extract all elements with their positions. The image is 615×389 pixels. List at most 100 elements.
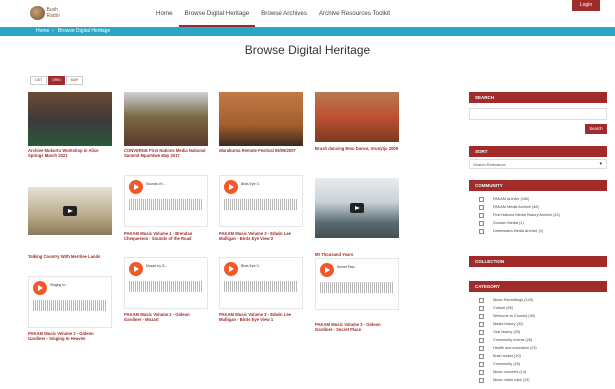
facet-item[interactable]: Welcome to Country (39) [469,312,607,320]
audio-play-icon[interactable] [33,281,47,295]
audio-title: Birds Eye V... [241,182,262,186]
audio-waveform[interactable] [320,282,394,293]
checkbox[interactable] [479,221,484,226]
card-item[interactable]: Mozart by G... PAKAM Music Volume 2 - Gi… [124,257,208,332]
facet-item[interactable]: Bush tucker (20) [469,352,607,360]
audio-player[interactable]: Sounds of I... [124,175,208,227]
facet-item[interactable]: Health and education (23) [469,344,607,352]
checkbox[interactable] [479,205,484,210]
card-thumbnail[interactable] [315,92,399,142]
audio-waveform[interactable] [224,281,298,292]
view-toggle: LIST GRID MAP [30,76,84,85]
checkbox[interactable] [479,213,484,218]
card-item[interactable]: Birds Eye V... PAKAM Music Volume 3 - Ed… [219,257,303,332]
facet-item[interactable]: Music concerts (14) [469,368,607,376]
card-item[interactable]: Brush dancing Emu Dance, Irrunytju 2009 [315,92,399,156]
checkbox[interactable] [479,346,484,351]
breadcrumb-current: Browse Digital Heritage [58,28,111,34]
card-caption[interactable]: PAKAM Music Volume 2 - Gideon Gardiner -… [124,312,208,322]
checkbox[interactable] [479,306,484,311]
search-button[interactable]: Search [585,124,607,134]
search-input[interactable] [469,108,607,120]
card-caption[interactable]: Brush dancing Emu Dance, Irrunytju 2009 [315,146,399,151]
audio-waveform[interactable] [129,199,203,210]
checkbox[interactable] [479,330,484,335]
card-item[interactable]: Sounds of I... PAKAM Music Volume 1 - Br… [124,175,208,265]
top-nav-bar: Bush Radio Home Browse Digital Heritage … [0,0,615,28]
facet-item[interactable]: Media history (32) [469,320,607,328]
card-item[interactable]: Singing In... PAKAM Music Volume 2 - Gid… [28,276,112,351]
facet-item[interactable]: Culture (65) [469,304,607,312]
card-caption[interactable]: PAKAM Music Volume 3 - Edwin Lee Mulliga… [219,312,303,322]
audio-play-icon[interactable] [320,263,334,277]
play-icon[interactable] [350,203,364,213]
card-item[interactable]: Archive Mukurtu Workshop in Alice Spring… [28,92,112,160]
sort-select[interactable]: Search Relevance ▾ [469,159,607,169]
audio-play-icon[interactable] [224,180,238,194]
audio-player[interactable]: Secret Plac... [315,258,399,310]
card-item[interactable]: Warakurna Remote Festival 09/09/2007 [219,92,303,158]
audio-player[interactable]: Singing In... [28,276,112,328]
login-button[interactable]: Login [572,0,600,11]
card-item[interactable]: Secret Plac... PAKAM Music Volume 2 - Gi… [315,258,399,333]
facet-item[interactable]: Umeewarra Media Archive (1) [469,227,607,235]
nav-browse-digital-heritage[interactable]: Browse Digital Heritage [178,0,256,27]
view-list-button[interactable]: LIST [30,76,47,85]
nav-home[interactable]: Home [150,0,179,27]
facet-item[interactable]: Music Recordings (149) [469,296,607,304]
checkbox[interactable] [479,229,484,234]
audio-play-icon[interactable] [129,180,143,194]
checkbox[interactable] [479,197,484,202]
card-item[interactable]: CONVERGE First Nations Media National Su… [124,92,208,162]
card-item[interactable]: Talking Country With Merrilee Lands [28,187,112,265]
facet-item[interactable]: PAKAM Media Archive (48) [469,203,607,211]
card-item[interactable]: Birds Eye V... PAKAM Music Volume 3 - Ed… [219,175,303,265]
card-caption[interactable]: CONVERGE First Nations Media National Su… [124,148,208,158]
card-thumbnail[interactable] [219,92,303,146]
site-logo[interactable]: Bush Radio [30,4,70,22]
facet-item[interactable]: Community (18) [469,360,607,368]
facet-item[interactable]: Community events (26) [469,336,607,344]
audio-player[interactable]: Birds Eye V... [219,175,303,227]
checkbox[interactable] [479,338,484,343]
card-thumbnail[interactable] [124,92,208,146]
audio-waveform[interactable] [224,199,298,210]
nav-archive-resources-toolkit[interactable]: Archive Resources Toolkit [313,0,396,27]
audio-player[interactable]: Birds Eye V... [219,257,303,309]
card-caption[interactable]: PAKAM Music Volume 2 - Gideon Gardiner -… [28,331,112,341]
facet-item[interactable]: Music video clips (13) [469,376,607,384]
play-icon[interactable] [63,206,77,216]
card-item[interactable]: Mt Thousand Years [315,178,399,263]
audio-play-icon[interactable] [129,262,143,276]
view-map-button[interactable]: MAP [66,76,83,85]
checkbox[interactable] [479,378,484,383]
facet-item[interactable]: First Nations Media History Archive (22) [469,211,607,219]
card-caption[interactable]: PAKAM Music Volume 1 - Brendan Chequesto… [124,231,208,241]
card-caption[interactable]: PAKAM Music Volume 2 - Gideon Gardiner -… [315,322,399,332]
card-thumbnail[interactable] [28,92,112,146]
checkbox[interactable] [479,314,484,319]
facet-item[interactable]: PAKAM Archive (150) [469,195,607,203]
checkbox[interactable] [479,370,484,375]
audio-player[interactable]: Mozart by G... [124,257,208,309]
view-grid-button[interactable]: GRID [48,76,65,85]
card-caption[interactable]: PAKAM Music Volume 3 - Edwin Lee Mulliga… [219,231,303,241]
audio-waveform[interactable] [33,300,107,311]
checkbox[interactable] [479,362,484,367]
card-caption[interactable]: Archive Mukurtu Workshop in Alice Spring… [28,148,112,158]
audio-play-icon[interactable] [224,262,238,276]
nav-browse-archives[interactable]: Browse Archives [255,0,313,27]
breadcrumb-home[interactable]: Home [36,27,49,36]
checkbox[interactable] [479,354,484,359]
facet-item[interactable]: Goolarri Media (1) [469,219,607,227]
card-caption[interactable]: Warakurna Remote Festival 09/09/2007 [219,148,303,153]
video-thumbnail[interactable] [28,187,112,235]
card-caption[interactable]: Talking Country With Merrilee Lands [28,254,112,259]
video-thumbnail[interactable] [315,178,399,238]
checkbox[interactable] [479,298,484,303]
collection-heading[interactable]: COLLECTION [469,256,607,267]
checkbox[interactable] [479,322,484,327]
card-caption[interactable]: Mt Thousand Years [315,252,399,257]
facet-item[interactable]: Oral history (29) [469,328,607,336]
audio-waveform[interactable] [129,281,203,292]
